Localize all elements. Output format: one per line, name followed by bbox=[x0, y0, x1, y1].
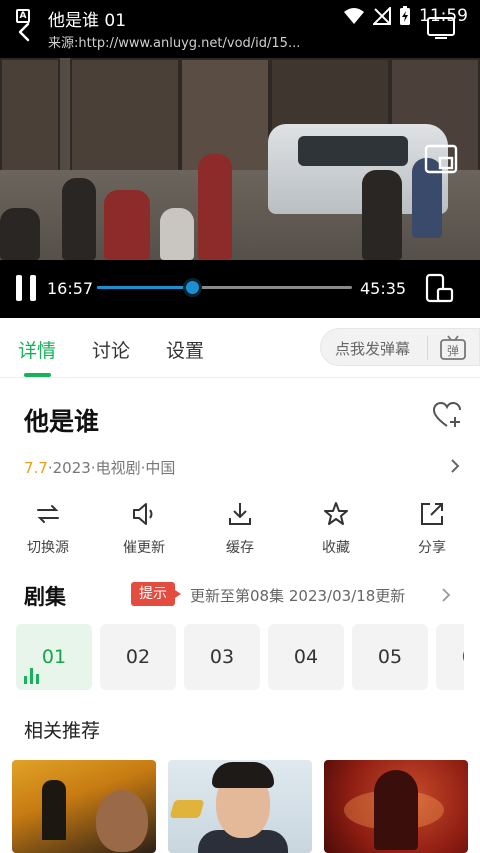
episodes-heading: 剧集 bbox=[24, 585, 66, 609]
tab-discussion[interactable]: 讨论 bbox=[92, 336, 130, 363]
current-time: 16:57 bbox=[47, 279, 94, 298]
seek-progress bbox=[97, 286, 192, 289]
danmu-toggle-icon[interactable]: 弹 bbox=[439, 335, 467, 361]
pause-icon[interactable] bbox=[16, 275, 38, 301]
danmu-input[interactable]: 点我发弹幕 弹 bbox=[320, 328, 480, 366]
episode-item[interactable]: 04 bbox=[268, 624, 344, 690]
scooter bbox=[0, 208, 40, 260]
poster-figure bbox=[42, 780, 66, 840]
cache-button[interactable]: 缓存 bbox=[200, 500, 280, 557]
switch-source-button[interactable]: 切换源 bbox=[8, 500, 88, 557]
recommend-poster[interactable] bbox=[324, 760, 468, 853]
collect-button[interactable]: 收藏 bbox=[296, 500, 376, 557]
action-label: 缓存 bbox=[226, 540, 254, 556]
show-meta-text: ·2023·电视剧·中国 bbox=[47, 459, 176, 477]
follow-heart-icon[interactable] bbox=[432, 400, 462, 430]
person bbox=[104, 190, 150, 260]
poster-title-art bbox=[169, 800, 205, 818]
chevron-right-icon[interactable] bbox=[448, 458, 462, 474]
switch-source-icon bbox=[37, 505, 59, 523]
video-frame[interactable] bbox=[0, 58, 480, 260]
action-bar: 切换源 催更新 缓存 收藏 分享 bbox=[0, 500, 480, 560]
share-button[interactable]: 分享 bbox=[392, 500, 472, 557]
poster-figure bbox=[374, 770, 418, 850]
action-label: 催更新 bbox=[123, 540, 165, 556]
episode-number: 04 bbox=[293, 646, 319, 668]
episode-number: 01 bbox=[41, 646, 67, 668]
episode-list[interactable]: 01 02 03 04 05 06 bbox=[16, 624, 464, 692]
active-tab-indicator bbox=[24, 373, 51, 377]
video-title: 他是谁 01 bbox=[48, 11, 127, 31]
urge-update-button[interactable]: 催更新 bbox=[104, 500, 184, 557]
danmu-icon-glyph: 弹 bbox=[447, 344, 459, 358]
divider bbox=[427, 336, 428, 360]
episode-number: 06 bbox=[462, 646, 464, 668]
show-title: 他是谁 bbox=[24, 407, 100, 436]
person bbox=[62, 178, 96, 260]
download-icon bbox=[229, 503, 251, 525]
show-meta[interactable]: 7.7·2023·电视剧·中国 bbox=[24, 457, 175, 478]
back-arrow-icon[interactable] bbox=[14, 20, 34, 44]
person bbox=[362, 170, 402, 260]
episode-number: 03 bbox=[209, 646, 235, 668]
building bbox=[70, 58, 180, 188]
speaker-icon bbox=[133, 503, 153, 525]
player-top-bar: A 他是谁 01 来源:http://www.anluyg.net/vod/id… bbox=[0, 0, 480, 58]
video-source-url: 来源:http://www.anluyg.net/vod/id/15... bbox=[48, 36, 301, 51]
now-playing-icon bbox=[24, 668, 42, 684]
tab-details[interactable]: 详情 bbox=[18, 336, 56, 363]
picture-in-picture-icon[interactable] bbox=[424, 142, 458, 176]
rotate-screen-icon[interactable] bbox=[423, 272, 455, 304]
poster-face bbox=[96, 790, 148, 852]
seek-bar[interactable] bbox=[97, 278, 352, 297]
episode-number: 05 bbox=[377, 646, 403, 668]
signal-off-icon bbox=[373, 7, 391, 25]
person bbox=[198, 154, 232, 260]
episode-item[interactable]: 02 bbox=[100, 624, 176, 690]
person bbox=[160, 208, 194, 260]
recommend-poster[interactable] bbox=[168, 760, 312, 853]
action-label: 收藏 bbox=[322, 540, 350, 556]
rating-score: 7.7 bbox=[24, 459, 48, 477]
episode-number: 02 bbox=[125, 646, 151, 668]
episode-item[interactable]: 05 bbox=[352, 624, 428, 690]
player-controls: 16:57 45:35 bbox=[0, 260, 480, 318]
tab-settings[interactable]: 设置 bbox=[166, 336, 204, 363]
action-label: 分享 bbox=[418, 540, 446, 556]
recommend-poster[interactable] bbox=[12, 760, 156, 853]
poster-hair bbox=[212, 762, 274, 788]
chevron-right-icon[interactable] bbox=[440, 587, 452, 603]
update-status[interactable]: 更新至第08集 2023/03/18更新 bbox=[190, 585, 405, 606]
video-player[interactable]: A 他是谁 01 来源:http://www.anluyg.net/vod/id… bbox=[0, 0, 480, 318]
share-icon bbox=[421, 503, 443, 525]
detail-tabs: 详情 讨论 设置 点我发弹幕 弹 bbox=[0, 318, 480, 378]
episode-item[interactable]: 06 bbox=[436, 624, 464, 690]
building bbox=[0, 58, 60, 188]
action-label: 切换源 bbox=[27, 540, 69, 556]
recommend-heading: 相关推荐 bbox=[24, 720, 101, 742]
battery-charging-icon bbox=[400, 6, 410, 25]
seek-thumb[interactable] bbox=[182, 278, 202, 297]
total-time: 45:35 bbox=[360, 279, 407, 298]
wifi-icon bbox=[344, 8, 364, 24]
tip-badge: 提示 bbox=[131, 582, 181, 606]
episode-item[interactable]: 03 bbox=[184, 624, 260, 690]
cast-screen-icon[interactable] bbox=[426, 16, 456, 40]
star-icon bbox=[324, 502, 348, 525]
episode-item[interactable]: 01 bbox=[16, 624, 92, 690]
danmu-placeholder: 点我发弹幕 bbox=[335, 340, 411, 358]
